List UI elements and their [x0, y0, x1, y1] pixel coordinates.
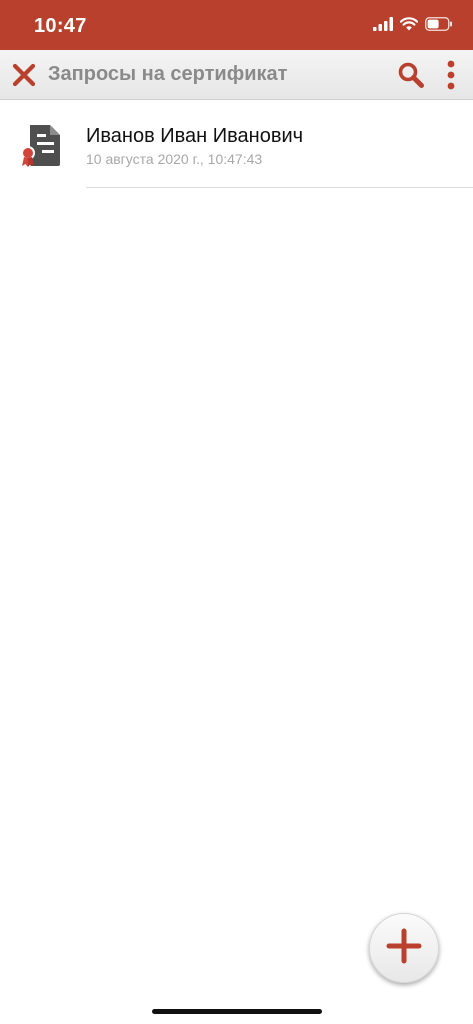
add-request-button[interactable]: [369, 913, 439, 983]
divider: [86, 187, 473, 188]
status-time: 10:47: [34, 15, 87, 37]
close-icon[interactable]: [11, 62, 37, 88]
list-item[interactable]: Иванов Иван Иванович 10 августа 2020 г.,…: [0, 100, 473, 188]
page-title: Запросы на сертификат: [48, 63, 288, 85]
signal-icon: [373, 17, 393, 36]
home-indicator[interactable]: [152, 1009, 322, 1014]
request-date: 10 августа 2020 г., 10:47:43: [86, 151, 263, 167]
wifi-icon: [399, 17, 419, 36]
toolbar: Запросы на сертификат: [0, 50, 473, 100]
battery-icon: [425, 17, 453, 36]
more-vertical-icon[interactable]: [443, 60, 459, 90]
request-name: Иванов Иван Иванович: [86, 125, 304, 147]
certificate-document-icon: [20, 124, 62, 168]
status-bar: 10:47: [0, 0, 473, 50]
request-list: Иванов Иван Иванович 10 августа 2020 г.,…: [0, 100, 473, 188]
search-icon[interactable]: [397, 61, 425, 89]
screen: 10:47 Запросы на сертификат Иванов Иван …: [0, 0, 473, 1024]
status-icons: [373, 17, 453, 36]
plus-icon: [386, 928, 422, 969]
